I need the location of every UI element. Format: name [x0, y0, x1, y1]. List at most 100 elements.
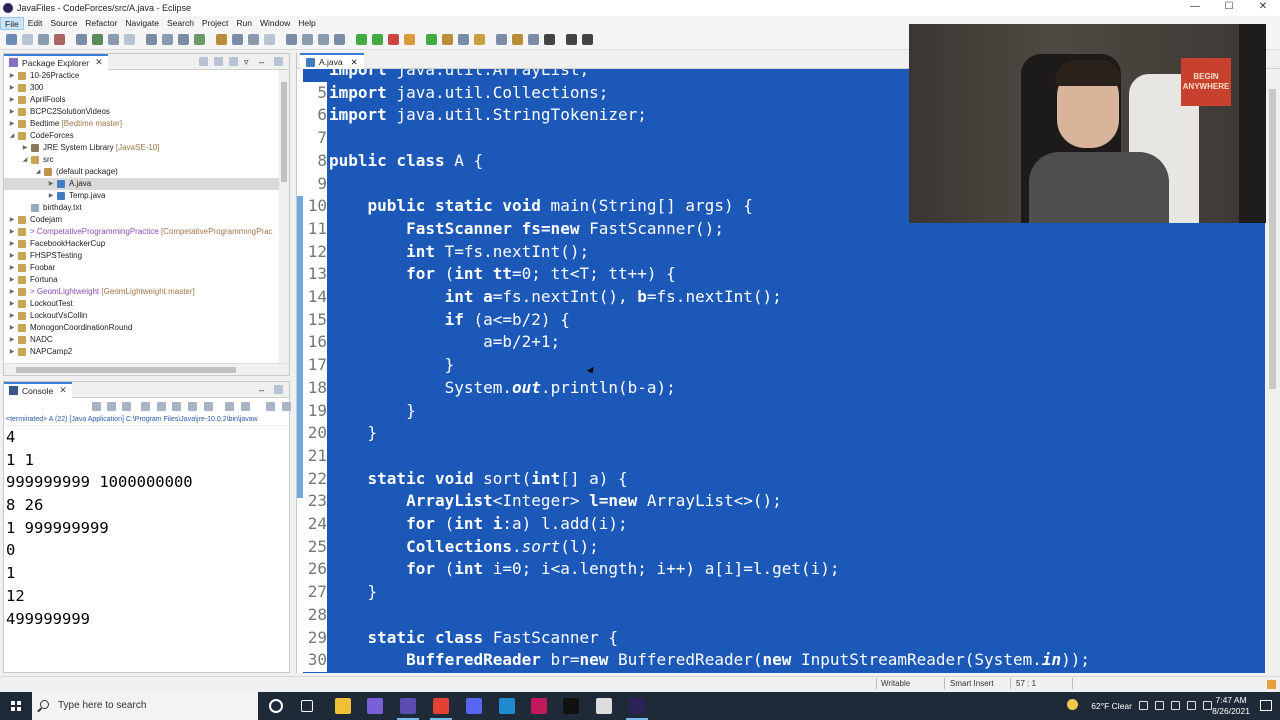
maximize-icon[interactable]	[274, 57, 283, 66]
collapse-arrow-icon[interactable]: ◢	[21, 154, 29, 166]
start-button[interactable]	[0, 692, 32, 720]
tree-item[interactable]: ▶ Fortuna	[4, 274, 289, 286]
menu-file[interactable]: File	[0, 16, 24, 30]
tree-item[interactable]: ◢ (default package)	[4, 166, 289, 178]
code-line[interactable]: 29 static class FastScanner {	[303, 626, 1266, 650]
vscode-icon[interactable]	[499, 698, 515, 714]
action-center-icon[interactable]	[1260, 700, 1272, 711]
close-icon[interactable]: ✕	[351, 57, 358, 68]
show-hidden-icons-icon[interactable]	[1139, 701, 1148, 710]
code-line[interactable]: 26 for (int i=0; i<a.length; i++) a[i]=l…	[303, 558, 1266, 582]
toolbar-button-icon[interactable]	[248, 34, 259, 45]
code-line[interactable]: 25 Collections.sort(l);	[303, 535, 1266, 559]
code-line[interactable]: 15 if (a<=b/2) {	[303, 308, 1266, 332]
toolbar-button-icon[interactable]	[356, 34, 367, 45]
package-explorer-horizontal-scrollbar[interactable]	[4, 363, 289, 375]
toolbar-button-icon[interactable]	[544, 34, 555, 45]
console-tool-icon[interactable]	[92, 402, 101, 411]
toolbar-button-icon[interactable]	[426, 34, 437, 45]
editor-vertical-scrollbar[interactable]	[1265, 69, 1280, 673]
toolbar-button-icon[interactable]	[146, 34, 157, 45]
cortana-icon[interactable]	[269, 699, 283, 713]
network-icon[interactable]	[1171, 701, 1180, 710]
notification-icon[interactable]	[1267, 680, 1276, 689]
scrollbar-thumb[interactable]	[281, 82, 287, 182]
expand-arrow-icon[interactable]: ▶	[8, 250, 16, 262]
code-line[interactable]: 20 }	[303, 422, 1266, 445]
close-window-button[interactable]: ✕	[1246, 0, 1280, 16]
toolbar-button-icon[interactable]	[6, 34, 17, 45]
code-line[interactable]: 21	[303, 444, 1266, 468]
collapse-arrow-icon[interactable]: ◢	[34, 166, 42, 178]
toolbar-button-icon[interactable]	[232, 34, 243, 45]
menu-search[interactable]: Search	[163, 17, 198, 30]
expand-arrow-icon[interactable]: ▶	[8, 346, 16, 358]
tree-item[interactable]: ▶ NAPCamp2	[4, 346, 289, 358]
console-tool-icon[interactable]	[282, 402, 291, 411]
console-tool-icon[interactable]	[157, 402, 166, 411]
tree-item[interactable]: ▶ FHSPSTesting	[4, 250, 289, 262]
expand-arrow-icon[interactable]: ▶	[47, 190, 55, 202]
minimize-button[interactable]: —	[1178, 0, 1212, 16]
console-tool-icon[interactable]	[266, 402, 275, 411]
eclipse-icon[interactable]	[367, 698, 383, 714]
tree-item[interactable]: ▶ > GeomLightweight [GeomLightweight mast…	[4, 286, 289, 298]
toolbar-button-icon[interactable]	[302, 34, 313, 45]
code-line[interactable]: 18 System.out.println(b-a);	[303, 376, 1266, 400]
expand-arrow-icon[interactable]: ▶	[8, 94, 16, 106]
discord-icon[interactable]	[466, 698, 482, 714]
code-line[interactable]: 28	[303, 603, 1266, 627]
tree-item[interactable]: ▶ Codejam	[4, 214, 289, 226]
menu-edit[interactable]: Edit	[24, 17, 47, 30]
menu-run[interactable]: Run	[232, 17, 256, 30]
expand-arrow-icon[interactable]: ▶	[47, 178, 55, 190]
scrollbar-thumb[interactable]	[1269, 89, 1276, 389]
tree-item[interactable]: birthday.txt	[4, 202, 289, 214]
collapse-all-icon[interactable]	[199, 57, 208, 66]
toolbar-button-icon[interactable]	[474, 34, 485, 45]
tab-package-explorer[interactable]: Package Explorer ✕	[4, 53, 108, 70]
toolbar-button-icon[interactable]	[582, 34, 593, 45]
tab-console[interactable]: Console ✕	[4, 381, 72, 398]
expand-arrow-icon[interactable]: ▶	[8, 262, 16, 274]
expand-arrow-icon[interactable]: ▶	[8, 286, 16, 298]
task-view-icon[interactable]	[301, 700, 313, 712]
maximize-button[interactable]: ☐	[1212, 0, 1246, 16]
toolbar-button-icon[interactable]	[22, 34, 33, 45]
console-tool-icon[interactable]	[107, 402, 116, 411]
expand-arrow-icon[interactable]: ▶	[21, 142, 29, 154]
tree-item[interactable]: ▶ LockoutTest	[4, 298, 289, 310]
tree-item[interactable]: ◢ src	[4, 154, 289, 166]
code-line[interactable]: 12 int T=fs.nextInt();	[303, 240, 1266, 264]
chrome-icon[interactable]	[433, 698, 449, 714]
toolbar-button-icon[interactable]	[512, 34, 523, 45]
toolbar-button-icon[interactable]	[318, 34, 329, 45]
console-tool-icon[interactable]	[172, 402, 181, 411]
tab-a-java[interactable]: A.java ✕	[300, 53, 364, 69]
toolbar-button-icon[interactable]	[216, 34, 227, 45]
menu-refactor[interactable]: Refactor	[81, 17, 121, 30]
expand-arrow-icon[interactable]: ▶	[8, 322, 16, 334]
code-line[interactable]: 13 for (int tt=0; tt<T; tt++) {	[303, 263, 1266, 286]
toolbar-button-icon[interactable]	[54, 34, 65, 45]
tree-item[interactable]: ▶ > CompetativeProgrammingPractice [Compe…	[4, 226, 289, 238]
toolbar-button-icon[interactable]	[38, 34, 49, 45]
toolbar-button-icon[interactable]	[388, 34, 399, 45]
expand-arrow-icon[interactable]: ▶	[8, 106, 16, 118]
toolbar-button-icon[interactable]	[566, 34, 577, 45]
expand-arrow-icon[interactable]: ▶	[8, 334, 16, 346]
tree-item[interactable]: ◢ CodeForces	[4, 130, 289, 142]
tree-item[interactable]: ▶ LockoutVsCollin	[4, 310, 289, 322]
code-line[interactable]: 27 }	[303, 581, 1266, 604]
expand-arrow-icon[interactable]: ▶	[8, 298, 16, 310]
expand-arrow-icon[interactable]: ▶	[8, 70, 16, 82]
toolbar-button-icon[interactable]	[178, 34, 189, 45]
intellij-icon[interactable]	[531, 698, 547, 714]
expand-arrow-icon[interactable]: ▶	[8, 82, 16, 94]
weather-text[interactable]: 62°F Clear	[1091, 701, 1132, 711]
expand-arrow-icon[interactable]: ▶	[8, 238, 16, 250]
eclipse-icon[interactable]	[400, 698, 416, 714]
keyboard-icon[interactable]	[1203, 701, 1212, 710]
expand-arrow-icon[interactable]: ▶	[8, 214, 16, 226]
console-tool-icon[interactable]	[241, 402, 250, 411]
